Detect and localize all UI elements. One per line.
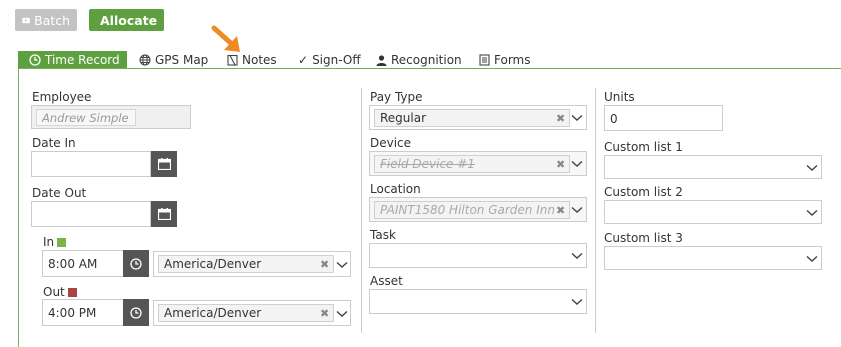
task-select[interactable] — [369, 243, 587, 268]
form-icon — [479, 54, 490, 66]
in-label: In — [43, 235, 55, 249]
clear-icon[interactable]: ✖ — [320, 308, 329, 319]
clear-icon: ✖ — [556, 204, 566, 217]
asset-select[interactable] — [369, 289, 587, 314]
chevron-down-icon — [806, 164, 818, 171]
tab-notes[interactable]: Notes — [227, 51, 277, 69]
in-timezone-select[interactable]: America/Denver ✖ — [153, 251, 351, 277]
chevron-down-icon — [806, 209, 818, 216]
employee-value: Andrew Simple — [36, 109, 136, 126]
chevron-down-icon — [336, 261, 348, 268]
in-time-input[interactable]: 8:00 AM — [42, 250, 124, 277]
column-divider-2 — [595, 88, 596, 333]
tab-recognition-label: Recognition — [391, 53, 462, 67]
chevron-down-icon — [336, 310, 348, 317]
chevron-down-icon — [571, 298, 583, 305]
date-in-label: Date In — [32, 136, 76, 150]
pay-type-label: Pay Type — [370, 90, 423, 104]
in-timezone-value: America/Denver — [158, 255, 334, 273]
custom-list-3-select[interactable] — [604, 246, 822, 270]
date-out-input[interactable] — [31, 201, 151, 227]
clear-icon[interactable]: ✖ — [556, 113, 565, 124]
out-label: Out — [43, 285, 65, 299]
out-color-indicator — [67, 288, 77, 297]
clock-icon — [130, 306, 142, 319]
custom-list-1-select[interactable] — [604, 155, 822, 179]
chevron-down-icon — [571, 252, 583, 259]
custom-list-1-label: Custom list 1 — [604, 140, 683, 154]
location-label: Location — [370, 182, 421, 196]
user-icon — [376, 54, 387, 66]
task-label: Task — [370, 228, 396, 242]
asset-label: Asset — [370, 274, 403, 288]
out-time-input[interactable]: 4:00 PM — [42, 299, 124, 326]
in-label-row: In — [43, 235, 67, 249]
out-time-value: 4:00 PM — [48, 306, 97, 320]
batch-icon — [22, 17, 30, 23]
pointer-arrow-icon — [211, 25, 240, 52]
batch-button-label: Batch — [34, 12, 70, 28]
location-select: PAINT1580 Hilton Garden Inn ✖ — [369, 197, 587, 222]
custom-list-2-label: Custom list 2 — [604, 185, 683, 199]
device-value: Field Device #1 — [374, 155, 570, 173]
clock-icon — [130, 257, 142, 270]
allocate-button-label: Allocate — [100, 12, 158, 28]
tab-forms[interactable]: Forms — [479, 51, 530, 69]
calendar-icon — [157, 208, 171, 220]
employee-field: Andrew Simple — [31, 105, 191, 129]
tab-forms-label: Forms — [494, 53, 531, 67]
tab-sign-off-label: Sign-Off — [312, 53, 361, 67]
in-time-value: 8:00 AM — [48, 257, 98, 271]
check-icon: ✓ — [298, 53, 309, 67]
in-time-picker-button[interactable] — [123, 250, 149, 277]
device-select: Field Device #1 ✖ — [369, 151, 587, 176]
in-color-indicator — [57, 238, 67, 247]
tab-time-record-label: Time Record — [45, 53, 120, 67]
out-timezone-select[interactable]: America/Denver ✖ — [153, 300, 351, 326]
tab-gps-map-label: GPS Map — [155, 53, 209, 67]
batch-button[interactable]: Batch — [15, 9, 77, 31]
device-label: Device — [370, 136, 412, 150]
allocate-button[interactable]: Allocate — [89, 9, 164, 31]
chevron-down-icon — [571, 206, 583, 213]
note-icon — [227, 54, 238, 66]
units-input[interactable]: 0 — [604, 105, 723, 131]
out-timezone-value: America/Denver — [158, 304, 334, 322]
custom-list-3-label: Custom list 3 — [604, 231, 683, 245]
calendar-icon — [157, 158, 171, 170]
clear-icon[interactable]: ✖ — [320, 259, 329, 270]
tab-notes-label: Notes — [242, 53, 277, 67]
out-label-row: Out — [43, 285, 77, 299]
date-in-input[interactable] — [31, 151, 151, 177]
units-value: 0 — [610, 112, 618, 126]
chevron-down-icon — [806, 255, 818, 262]
column-divider-1 — [361, 88, 362, 333]
clock-icon — [29, 54, 41, 66]
date-in-calendar-button[interactable] — [151, 151, 177, 177]
employee-label: Employee — [32, 90, 92, 104]
globe-icon — [139, 54, 151, 66]
date-out-calendar-button[interactable] — [151, 201, 177, 227]
pay-type-select[interactable]: Regular ✖ — [369, 105, 587, 130]
chevron-down-icon — [571, 114, 583, 121]
date-out-label: Date Out — [32, 186, 87, 200]
chevron-down-icon — [571, 160, 583, 167]
custom-list-2-select[interactable] — [604, 200, 822, 224]
location-value: PAINT1580 Hilton Garden Inn — [374, 201, 570, 219]
tab-sign-off[interactable]: ✓ Sign-Off — [298, 51, 361, 69]
tab-gps-map[interactable]: GPS Map — [139, 51, 208, 69]
tab-recognition[interactable]: Recognition — [376, 51, 462, 69]
out-time-picker-button[interactable] — [123, 299, 149, 326]
pay-type-value: Regular — [374, 109, 570, 127]
units-label: Units — [604, 90, 635, 104]
tab-time-record[interactable]: Time Record — [18, 51, 127, 69]
clear-icon: ✖ — [556, 158, 566, 171]
